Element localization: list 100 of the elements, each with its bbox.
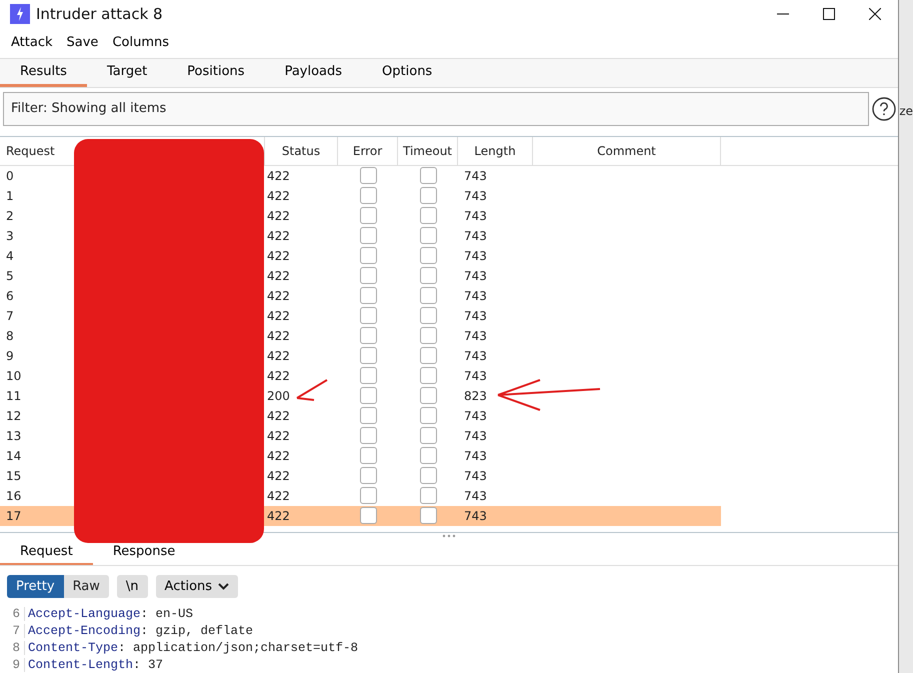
chevron-icon — [218, 583, 230, 590]
column-header[interactable]: Timeout — [398, 136, 458, 165]
checkbox[interactable] — [420, 287, 436, 304]
splitter-handle-icon[interactable] — [442, 533, 456, 540]
table-row[interactable]: 16 422 743 — [0, 486, 721, 506]
checkbox[interactable] — [420, 407, 436, 424]
checkbox[interactable] — [420, 207, 436, 224]
table-cell-text: 743 — [463, 328, 488, 345]
table-row[interactable]: 11 200 823 — [0, 386, 721, 406]
checkbox[interactable] — [420, 327, 436, 344]
table-cell-text: 13 — [5, 428, 22, 445]
table-row[interactable]: 3 422 743 — [0, 226, 721, 246]
filter-bar[interactable]: Filter: Showing all items — [3, 92, 870, 126]
checkbox[interactable] — [420, 447, 436, 464]
checkbox[interactable] — [360, 187, 376, 204]
table-row[interactable]: 14 422 743 — [0, 446, 721, 466]
table-cell-text: 743 — [463, 448, 488, 465]
checkbox[interactable] — [360, 247, 376, 264]
table-row[interactable]: 1 422 743 — [0, 186, 721, 206]
table-cell-text: 743 — [463, 488, 488, 505]
table-row[interactable]: 7 422 743 — [0, 306, 721, 326]
table-cell-text: 743 — [463, 368, 488, 385]
menu-item[interactable]: Save — [60, 35, 106, 50]
table-cell-text: 8 — [5, 328, 15, 345]
checkbox[interactable] — [360, 427, 376, 444]
checkbox[interactable] — [360, 367, 376, 384]
checkbox[interactable] — [420, 507, 436, 524]
table-row[interactable]: 10 422 743 — [0, 366, 721, 386]
table-row[interactable]: 15 422 743 — [0, 466, 721, 486]
table-row[interactable]: 6 422 743 — [0, 286, 721, 306]
table-row[interactable]: 5 422 743 — [0, 266, 721, 286]
table-cell-text: 743 — [463, 508, 488, 525]
table-row[interactable]: 4 422 743 — [0, 246, 721, 266]
table-row[interactable]: 8 422 743 — [0, 326, 721, 346]
line-number: 6 — [0, 606, 25, 620]
table-cell-text: 422 — [266, 268, 291, 285]
table-cell-text: 17 — [5, 508, 22, 525]
checkbox[interactable] — [360, 487, 376, 504]
tab[interactable]: Payloads — [264, 58, 362, 87]
checkbox[interactable] — [360, 167, 376, 184]
checkbox[interactable] — [420, 427, 436, 444]
checkbox[interactable] — [420, 247, 436, 264]
actions-button[interactable]: Actions — [156, 575, 238, 598]
checkbox[interactable] — [360, 447, 376, 464]
checkbox[interactable] — [360, 507, 376, 524]
column-header[interactable]: Request — [0, 136, 72, 165]
checkbox[interactable] — [420, 387, 436, 404]
checkbox[interactable] — [420, 227, 436, 244]
background-text: ze — [899, 104, 913, 118]
table-cell-text: 422 — [266, 208, 291, 225]
help-icon[interactable] — [872, 96, 896, 121]
code-line: Content-Length: 37 — [28, 658, 164, 672]
checkbox[interactable] — [360, 407, 376, 424]
table-row[interactable]: 13 422 743 — [0, 426, 721, 446]
newline-button[interactable]: \n — [116, 575, 148, 598]
checkbox[interactable] — [360, 327, 376, 344]
checkbox[interactable] — [360, 347, 376, 364]
view-toggle[interactable]: Pretty — [7, 575, 64, 598]
view-toggle[interactable]: Raw — [64, 575, 109, 598]
checkbox[interactable] — [360, 227, 376, 244]
checkbox[interactable] — [360, 307, 376, 324]
tab[interactable]: Options — [362, 58, 452, 87]
checkbox[interactable] — [420, 487, 436, 504]
table-row[interactable]: 2 422 743 — [0, 206, 721, 226]
checkbox[interactable] — [360, 207, 376, 224]
checkbox[interactable] — [420, 467, 436, 484]
checkbox[interactable] — [420, 167, 436, 184]
checkbox[interactable] — [420, 367, 436, 384]
table-row[interactable]: 0 422 743 — [0, 166, 721, 186]
checkbox[interactable] — [360, 267, 376, 284]
table-cell-text: 7 — [5, 308, 15, 325]
table-row[interactable]: 12 422 743 — [0, 406, 721, 426]
checkbox[interactable] — [420, 267, 436, 284]
table-cell-text: 422 — [266, 328, 291, 345]
menu-item[interactable]: Columns — [105, 35, 176, 50]
tab[interactable]: Positions — [167, 58, 265, 87]
column-header[interactable]: Comment — [533, 136, 721, 165]
table-cell-text: 12 — [5, 408, 22, 425]
tab[interactable]: Target — [86, 58, 168, 87]
column-header[interactable]: Length — [458, 136, 533, 165]
checkbox[interactable] — [360, 387, 376, 404]
checkbox[interactable] — [360, 467, 376, 484]
table-cell-text: 743 — [463, 428, 488, 445]
table-cell-text: 15 — [5, 468, 22, 485]
table-cell-text: 2 — [5, 208, 15, 225]
menu-item[interactable]: Attack — [4, 35, 60, 50]
checkbox[interactable] — [420, 187, 436, 204]
column-header[interactable]: Error — [338, 136, 398, 165]
checkbox[interactable] — [360, 287, 376, 304]
table-row[interactable]: 9 422 743 — [0, 346, 721, 366]
tab[interactable]: Results — [0, 58, 87, 87]
lightning-icon — [10, 4, 30, 24]
checkbox[interactable] — [420, 347, 436, 364]
checkbox[interactable] — [420, 307, 436, 324]
tab[interactable]: Response — [92, 539, 196, 565]
table-cell-text: 422 — [266, 468, 291, 485]
tab[interactable]: Request — [0, 539, 93, 565]
table-cell-text: 422 — [266, 308, 291, 325]
table-cell-text: 743 — [463, 228, 488, 245]
column-header[interactable]: Status — [265, 136, 338, 165]
